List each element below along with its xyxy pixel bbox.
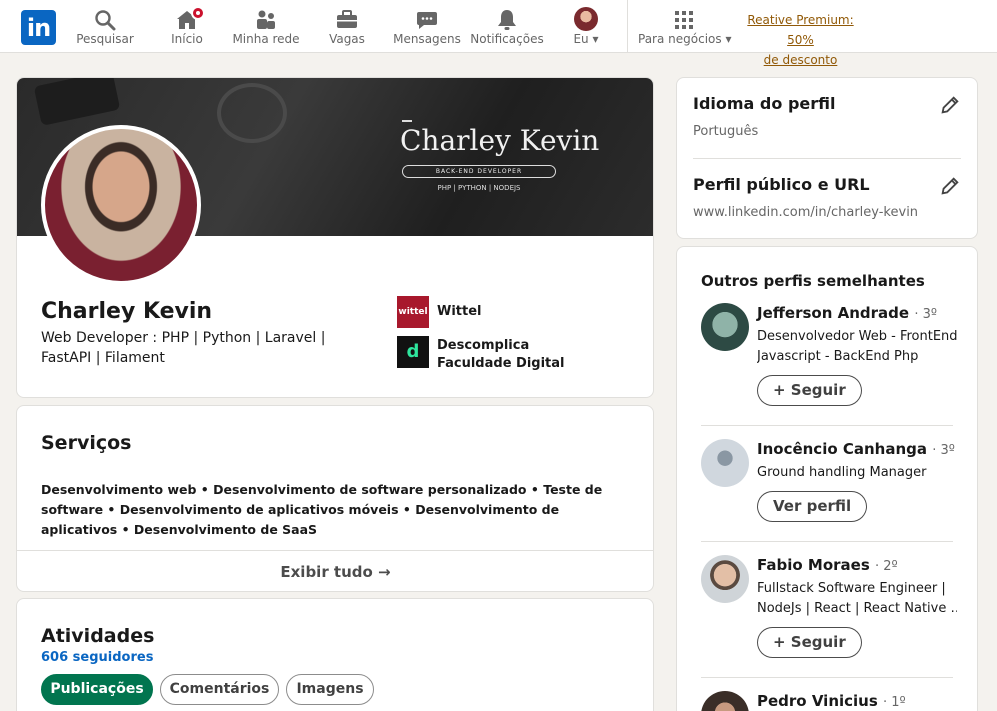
people-icon	[257, 10, 275, 29]
nav-label: Início	[171, 32, 203, 46]
profile-card: Charley Kevin BACK-END DEVELOPER PHP | P…	[16, 77, 654, 398]
company-name: Descomplica Faculdade Digital	[437, 338, 565, 371]
nav-label: Mensagens	[393, 32, 461, 46]
nav-home[interactable]: Início	[152, 0, 222, 53]
follow-button[interactable]: + Seguir	[757, 375, 862, 406]
notification-badge	[191, 6, 206, 20]
linkedin-logo[interactable]: in	[21, 10, 56, 45]
nav-jobs[interactable]: Vagas	[312, 0, 382, 53]
nav-label: Pesquisar	[76, 32, 134, 46]
person-headline: Ground handling Manager	[757, 465, 927, 480]
person-name[interactable]: Pedro Vinicius · 1º	[757, 692, 906, 710]
nav-label: Minha rede	[232, 32, 300, 46]
caret-down-icon: ▾	[592, 32, 599, 46]
nav-me[interactable]: Eu ▾	[558, 0, 614, 53]
banner-role: BACK-END DEVELOPER	[402, 165, 556, 178]
similar-title: Outros perfis semelhantes	[701, 272, 925, 290]
company-name: Wittel	[437, 304, 482, 319]
caret-down-icon: ▾	[725, 32, 732, 46]
message-icon	[417, 12, 437, 29]
followers-count[interactable]: 606 seguidores	[41, 650, 153, 665]
premium-link[interactable]: Reative Premium: 50% de desconto	[733, 10, 868, 70]
nav-label: Para negócios ▾	[638, 32, 732, 46]
company-descomplica[interactable]: d Descomplica Faculdade Digital	[397, 336, 637, 372]
nav-messages[interactable]: Mensagens	[391, 0, 463, 53]
tab-imagens[interactable]: Imagens	[286, 674, 374, 705]
person-name[interactable]: Inocêncio Canhanga · 3º	[757, 440, 955, 458]
premium-line-1: Reative Premium: 50%	[747, 13, 854, 47]
bell-icon	[498, 10, 516, 30]
activities-title: Atividades	[41, 625, 155, 647]
avatar	[574, 7, 598, 31]
list-item: Jefferson Andrade · 3º Desenvolvedor Web…	[677, 303, 977, 413]
show-all-button[interactable]: Exibir tudo →	[17, 550, 653, 591]
top-navigation: in Pesquisar Início Minha rede Vagas Men…	[0, 0, 997, 67]
view-profile-button[interactable]: Ver perfil	[757, 491, 868, 522]
search-icon	[95, 10, 116, 31]
nav-search[interactable]: Pesquisar	[70, 0, 140, 53]
nav-divider	[627, 0, 628, 53]
banner-stack: PHP | PYTHON | NODEJS	[437, 184, 521, 192]
nav-for-business[interactable]: Para negócios ▾	[638, 0, 732, 53]
banner-decoration	[217, 83, 287, 143]
grid-icon	[675, 11, 693, 29]
list-item: Pedro Vinicius · 1º	[677, 691, 977, 711]
avatar[interactable]	[701, 691, 749, 711]
language-title: Idioma do perfil	[693, 94, 836, 113]
wittel-logo: wittel	[397, 296, 429, 328]
person-name[interactable]: Fabio Moraes · 2º	[757, 556, 898, 574]
divider	[693, 158, 961, 159]
nav-my-network[interactable]: Minha rede	[228, 0, 304, 53]
pencil-icon[interactable]	[939, 175, 961, 197]
banner-decoration	[33, 78, 121, 126]
banner-dash	[402, 120, 412, 122]
profile-name: Charley Kevin	[41, 299, 213, 324]
list-item: Fabio Moraes · 2º Fullstack Software Eng…	[677, 555, 977, 665]
nav-label: Vagas	[329, 32, 365, 46]
profile-settings-card: Idioma do perfil Português Perfil públic…	[676, 77, 978, 239]
language-value: Português	[693, 124, 759, 139]
descomplica-logo: d	[397, 336, 429, 368]
similar-profiles-card: Outros perfis semelhantes Jefferson Andr…	[676, 246, 978, 711]
nav-notifications[interactable]: Notificações	[468, 0, 546, 53]
divider	[701, 425, 953, 426]
tab-comentarios[interactable]: Comentários	[160, 674, 279, 705]
briefcase-icon	[337, 10, 357, 28]
profile-photo[interactable]	[41, 125, 201, 285]
avatar[interactable]	[701, 555, 749, 603]
profile-headline: Web Developer : PHP | Python | Laravel |…	[41, 330, 326, 366]
pencil-icon[interactable]	[939, 94, 961, 116]
avatar[interactable]	[701, 303, 749, 351]
avatar-placeholder[interactable]	[701, 439, 749, 487]
divider	[701, 677, 953, 678]
services-title: Serviços	[41, 432, 132, 454]
follow-button[interactable]: + Seguir	[757, 627, 862, 658]
banner-name: Charley Kevin	[400, 124, 600, 157]
list-item: Inocêncio Canhanga · 3º Ground handling …	[677, 439, 977, 529]
nav-label: Notificações	[470, 32, 544, 46]
services-card: Serviços Desenvolvimento web • Desenvolv…	[16, 405, 654, 592]
person-headline: Desenvolvedor Web - FrontEnd Javascript -…	[757, 329, 957, 364]
premium-line-2: de desconto	[763, 53, 838, 67]
person-headline: Fullstack Software Engineer | NodeJs | Re…	[757, 581, 957, 616]
public-url-value[interactable]: www.linkedin.com/in/charley-kevin	[693, 205, 918, 220]
company-wittel[interactable]: wittel Wittel	[397, 296, 617, 328]
person-name[interactable]: Jefferson Andrade · 3º	[757, 304, 937, 322]
activities-card: Atividades 606 seguidores Publicações Co…	[16, 598, 654, 711]
divider	[701, 541, 953, 542]
public-url-title: Perfil público e URL	[693, 175, 870, 194]
tab-publicacoes[interactable]: Publicações	[41, 674, 153, 705]
services-list: Desenvolvimento web • Desenvolvimento de…	[41, 482, 603, 537]
nav-label: Eu ▾	[573, 32, 599, 46]
